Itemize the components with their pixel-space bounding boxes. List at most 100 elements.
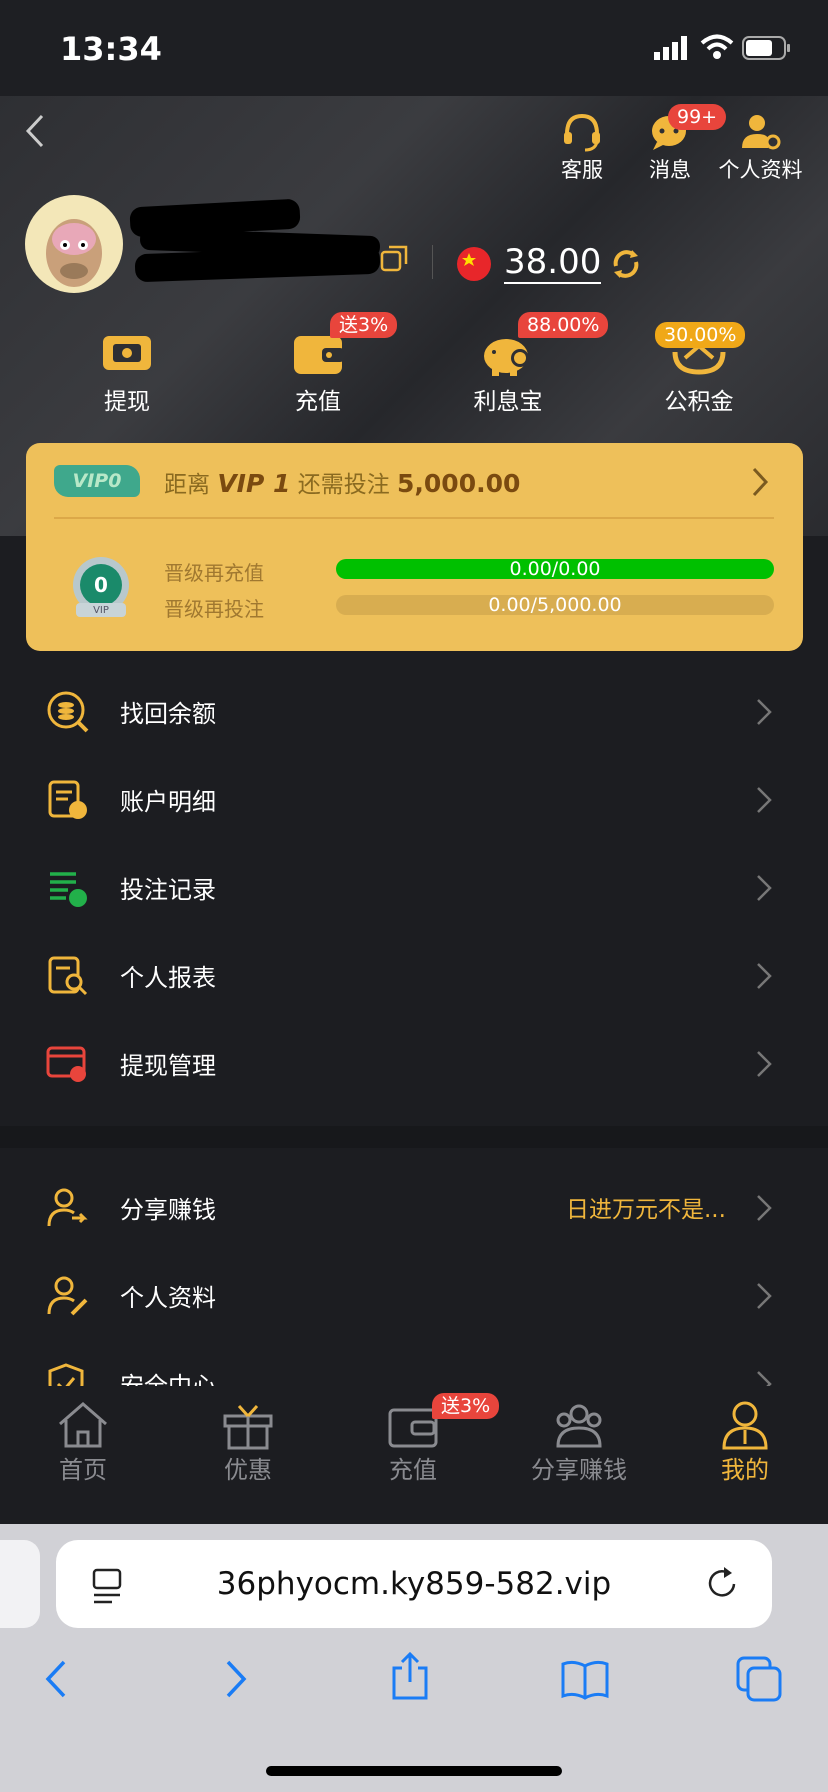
tab-label: 首页 (59, 1456, 107, 1484)
tab-label: 分享赚钱 (531, 1456, 627, 1484)
cash-icon (103, 336, 151, 370)
personal-report-icon (48, 956, 88, 996)
quick-interest-badge: 88.00% (518, 312, 609, 338)
menu-label: 找回余额 (120, 700, 216, 728)
vip-required-amount: 5,000.00 (397, 469, 521, 498)
status-time: 13:34 (60, 30, 162, 68)
withdraw-manage-icon (46, 1046, 86, 1082)
vip-bet-progress: 0.00/5,000.00 (336, 595, 774, 615)
chevron-right-icon (757, 1371, 772, 1386)
quick-deposit-label: 充值 (295, 389, 341, 415)
tabs-icon[interactable] (736, 1656, 784, 1702)
chevron-right-icon (757, 1283, 772, 1309)
chevron-right-icon (757, 1051, 772, 1077)
quick-interest-label: 利息宝 (473, 389, 543, 415)
wifi-icon (700, 34, 734, 59)
shield-icon (48, 1363, 84, 1386)
gift-icon (223, 1404, 273, 1450)
previous-tab-peek[interactable] (0, 1540, 40, 1628)
menu-label: 投注记录 (120, 876, 216, 904)
menu-security[interactable]: 安全中心 (0, 1340, 828, 1386)
reload-icon[interactable] (706, 1566, 740, 1602)
vip-next-level: VIP 1 (217, 469, 291, 498)
menu-label: 分享赚钱 (120, 1196, 216, 1224)
home-icon (59, 1402, 107, 1448)
vip-level-badge: VIP0 (54, 465, 140, 497)
user-icon (722, 1401, 768, 1450)
avatar[interactable] (25, 195, 123, 293)
tab-mine[interactable]: 我的 (675, 1400, 815, 1485)
chevron-right-icon (757, 1195, 772, 1221)
headset-icon (564, 113, 600, 152)
menu-account-details[interactable]: 账户明细 (0, 756, 828, 844)
signal-icon (654, 36, 687, 60)
share-icon[interactable] (390, 1652, 430, 1702)
tab-promotions[interactable]: 优惠 (178, 1400, 318, 1485)
tab-label: 充值 (389, 1456, 437, 1484)
vip-deposit-progress: 0.00/0.00 (336, 559, 774, 579)
chevron-right-icon (757, 699, 772, 725)
refresh-balance-icon[interactable] (610, 248, 642, 280)
team-icon (556, 1404, 602, 1448)
profile-label: 个人资料 (718, 158, 803, 182)
profile-button[interactable]: 个人资料 (713, 112, 808, 184)
quick-interest[interactable]: 利息宝 (433, 332, 583, 416)
status-bar: 13:34 (0, 0, 828, 96)
quick-provident-badge: 30.00% (655, 322, 746, 348)
vip-progress-text: 距离 VIP 1 还需投注 5,000.00 (164, 465, 520, 499)
menu-personal-report[interactable]: 个人报表 (0, 932, 828, 1020)
address-bar[interactable]: 36phyocm.ky859-582.vip (56, 1540, 772, 1628)
vip-card[interactable]: VIP0 距离 VIP 1 还需投注 5,000.00 0 VIP 晋级再充值 … (26, 443, 803, 651)
chevron-right-icon (757, 787, 772, 813)
menu-label: 个人报表 (120, 964, 216, 992)
recover-balance-icon (47, 691, 89, 733)
vip-text-mid: 还需投注 (297, 472, 390, 498)
menu-label: 提现管理 (120, 1052, 216, 1080)
copy-icon[interactable] (380, 244, 410, 274)
back-icon[interactable] (24, 114, 46, 148)
quick-deposit-badge: 送3% (330, 312, 398, 338)
tab-deposit-badge: 送3% (432, 1393, 500, 1419)
section-separator (0, 1126, 828, 1148)
quick-provident-label: 公积金 (664, 389, 734, 415)
menu-bet-records[interactable]: 投注记录 (0, 844, 828, 932)
wallet-icon (294, 336, 344, 374)
home-indicator (266, 1766, 562, 1776)
customer-service-button[interactable]: 客服 (537, 112, 627, 184)
menu-security-clip: 安全中心 (0, 1340, 828, 1386)
quick-deposit[interactable]: 充值 (243, 332, 393, 416)
url-text: 36phyocm.ky859-582.vip (216, 1566, 612, 1602)
browser-forward-icon[interactable] (224, 1658, 248, 1700)
chevron-right-icon (757, 963, 772, 989)
menu-recover-balance[interactable]: 找回余额 (0, 668, 828, 756)
menu-profile[interactable]: 个人资料 (0, 1252, 828, 1340)
china-flag-icon (457, 247, 491, 281)
divider (432, 245, 433, 279)
menu-share-earn[interactable]: 分享赚钱 日进万元不是... (0, 1164, 828, 1252)
tab-share-earn[interactable]: 分享赚钱 (508, 1400, 650, 1485)
vip-divider (54, 517, 774, 519)
battery-icon (742, 36, 790, 60)
vip-medal-label: VIP (93, 605, 109, 616)
bet-records-icon (50, 872, 87, 907)
menu-hint: 日进万元不是... (566, 1197, 726, 1223)
chevron-right-icon (752, 467, 769, 497)
bookmarks-icon[interactable] (560, 1658, 610, 1700)
customer-service-label: 客服 (561, 158, 603, 182)
quick-withdraw[interactable]: 提现 (52, 332, 202, 416)
vip-row-deposit-label: 晋级再充值 (164, 561, 264, 585)
user-edit-icon (47, 1276, 88, 1316)
account-details-icon (48, 780, 87, 819)
tab-label: 我的 (721, 1456, 769, 1484)
browser-back-icon[interactable] (44, 1658, 68, 1700)
user-gear-icon (741, 115, 780, 150)
vip-text-prefix: 距离 (164, 472, 210, 498)
balance-amount: 38.00 (504, 242, 602, 284)
user-share-icon (47, 1188, 88, 1227)
menu-withdraw-manage[interactable]: 提现管理 (0, 1020, 828, 1108)
menu-label: 个人资料 (120, 1284, 216, 1312)
tab-label: 优惠 (224, 1456, 272, 1484)
quick-withdraw-label: 提现 (104, 389, 150, 415)
menu-label: 账户明细 (120, 788, 216, 816)
tab-home[interactable]: 首页 (13, 1400, 153, 1485)
